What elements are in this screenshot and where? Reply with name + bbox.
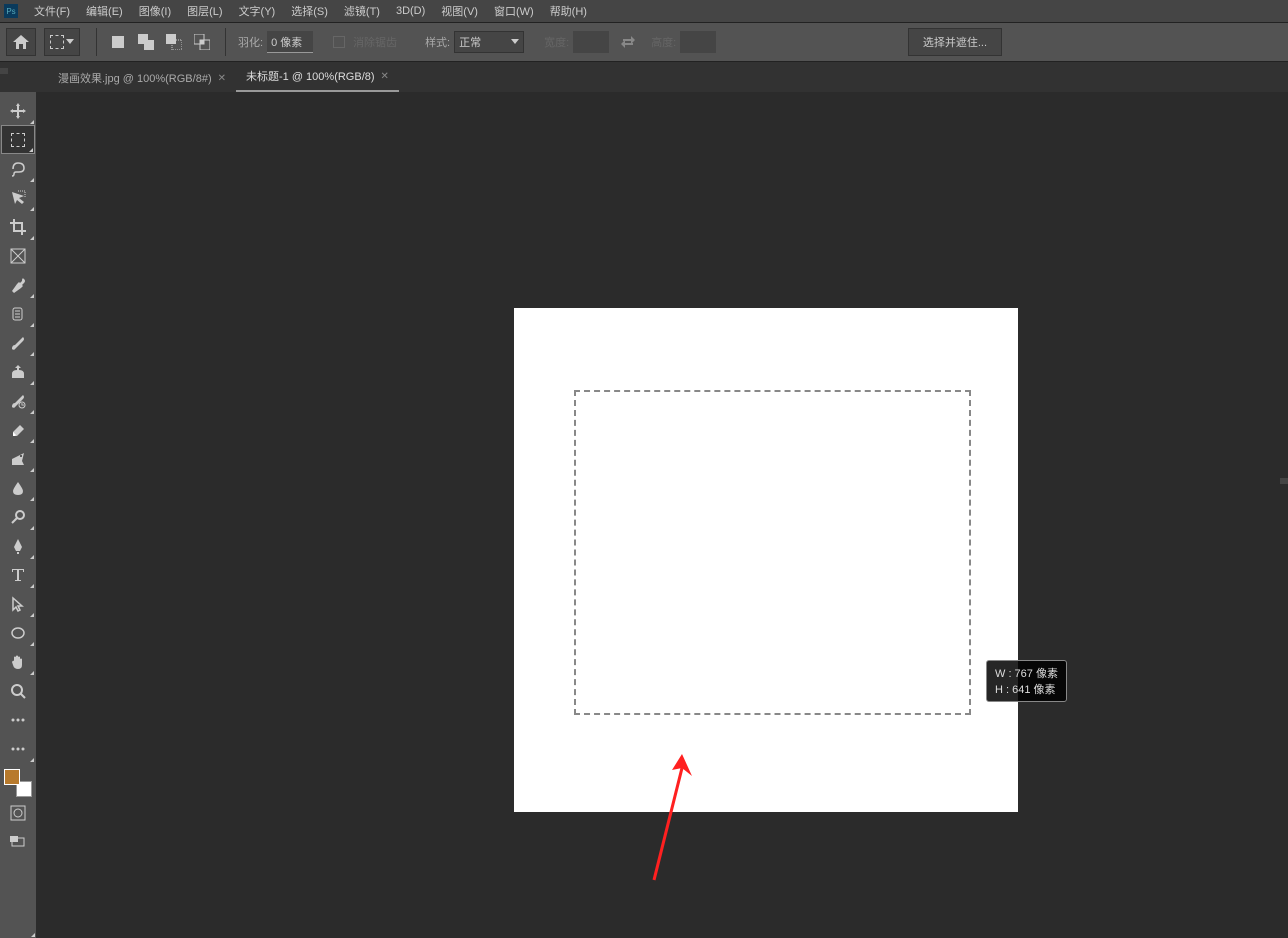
panel-grip[interactable] [0,68,8,74]
brush-tool[interactable] [1,328,35,357]
home-button[interactable] [6,28,36,56]
swap-icon[interactable] [621,35,635,49]
separator [225,28,226,56]
marquee-selection [574,390,971,715]
marquee-icon [11,133,25,147]
antialias-checkbox [333,36,345,48]
home-icon [13,35,29,49]
menubar: Ps 文件(F) 编辑(E) 图像(I) 图层(L) 文字(Y) 选择(S) 滤… [0,0,1288,22]
more-tools[interactable] [1,705,35,734]
separator [96,28,97,56]
gradient-tool[interactable] [1,444,35,473]
style-label: 样式: [425,34,450,50]
style-select[interactable]: 正常 [454,31,524,53]
screen-mode-toggle[interactable] [1,829,35,857]
style-value: 正常 [459,34,481,50]
menu-type[interactable]: 文字(Y) [231,3,284,19]
feather-label: 羽化: [238,34,263,50]
crop-tool[interactable] [1,212,35,241]
clone-stamp-tool[interactable] [1,357,35,386]
frame-tool[interactable] [1,241,35,270]
quick-mask-toggle[interactable] [1,799,35,827]
color-swatches[interactable] [4,769,32,797]
antialias-label: 消除锯齿 [353,34,397,50]
marquee-icon [50,35,64,49]
close-icon[interactable]: ✕ [218,73,226,84]
menu-edit[interactable]: 编辑(E) [78,3,131,19]
options-bar: 羽化: 消除锯齿 样式: 正常 宽度: 高度: 选择并遮住... [0,22,1288,62]
chevron-down-icon [66,39,74,45]
menu-3d[interactable]: 3D(D) [388,5,433,17]
tooltip-width: W : 767 像素 [995,665,1058,681]
move-tool[interactable] [1,96,35,125]
select-and-mask-button[interactable]: 选择并遮住... [908,28,1002,56]
add-selection-icon[interactable] [133,29,159,55]
menu-window[interactable]: 窗口(W) [486,3,542,19]
height-label: 高度: [651,34,676,50]
document-tab[interactable]: 未标题-1 @ 100%(RGB/8) ✕ [236,62,399,92]
document-tab[interactable]: 漫画效果.jpg @ 100%(RGB/8#) ✕ [48,64,236,92]
type-tool[interactable] [1,560,35,589]
lasso-tool[interactable] [1,154,35,183]
path-selection-tool[interactable] [1,589,35,618]
close-icon[interactable]: ✕ [381,71,389,82]
menu-layer[interactable]: 图层(L) [179,3,230,19]
quick-selection-tool[interactable] [1,183,35,212]
selection-dimensions-tooltip: W : 767 像素 H : 641 像素 [986,660,1067,702]
edit-toolbar[interactable] [1,734,35,763]
feather-input[interactable] [267,31,313,53]
shape-tool[interactable] [1,618,35,647]
width-label: 宽度: [544,34,569,50]
tooltip-height: H : 641 像素 [995,681,1058,697]
chevron-down-icon [511,39,519,45]
intersect-selection-icon[interactable] [189,29,215,55]
history-brush-tool[interactable] [1,386,35,415]
app-icon: Ps [4,4,18,18]
spot-healing-tool[interactable] [1,299,35,328]
menu-image[interactable]: 图像(I) [131,3,179,19]
tools-panel [0,92,36,938]
rectangular-marquee-tool[interactable] [1,125,35,154]
panel-grip[interactable] [1280,478,1288,484]
height-input [680,31,716,53]
tab-label: 漫画效果.jpg @ 100%(RGB/8#) [58,70,212,86]
foreground-color[interactable] [4,769,20,785]
annotation-arrow-icon [614,750,694,890]
menu-select[interactable]: 选择(S) [283,3,336,19]
blur-tool[interactable] [1,473,35,502]
new-selection-icon[interactable] [105,29,131,55]
dodge-tool[interactable] [1,502,35,531]
menu-file[interactable]: 文件(F) [26,3,78,19]
canvas-viewport[interactable]: W : 767 像素 H : 641 像素 [36,92,1288,938]
tab-label: 未标题-1 @ 100%(RGB/8) [246,68,375,84]
subtract-selection-icon[interactable] [161,29,187,55]
eraser-tool[interactable] [1,415,35,444]
menu-filter[interactable]: 滤镜(T) [336,3,388,19]
pen-tool[interactable] [1,531,35,560]
zoom-tool[interactable] [1,676,35,705]
menu-help[interactable]: 帮助(H) [542,3,595,19]
eyedropper-tool[interactable] [1,270,35,299]
width-input [573,31,609,53]
tool-preset-picker[interactable] [44,28,80,56]
hand-tool[interactable] [1,647,35,676]
menu-view[interactable]: 视图(V) [433,3,486,19]
document-tabs: 漫画效果.jpg @ 100%(RGB/8#) ✕ 未标题-1 @ 100%(R… [0,62,1288,92]
